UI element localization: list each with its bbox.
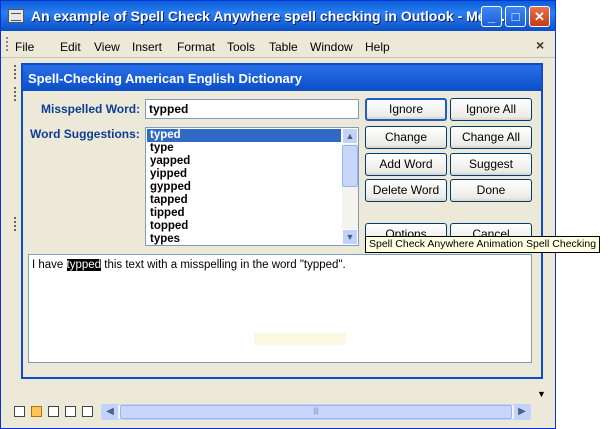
normal-view-icon[interactable] <box>14 406 25 417</box>
list-item[interactable]: tapped <box>147 194 341 207</box>
dialog-title-bar[interactable]: Spell-Checking American English Dictiona… <box>23 65 541 91</box>
scroll-up-icon[interactable]: ▲ <box>342 128 358 144</box>
scroll-down-icon[interactable]: ▼ <box>342 229 358 245</box>
outline-view-icon[interactable] <box>65 406 76 417</box>
minimize-button[interactable]: _ <box>481 6 502 27</box>
scroll-right-icon[interactable]: ▶ <box>514 405 530 419</box>
left-margin <box>1 109 21 389</box>
change-button[interactable]: Change <box>365 126 447 149</box>
reading-view-icon[interactable] <box>82 406 93 417</box>
scroll-down-icon[interactable]: ▼ <box>537 389 546 399</box>
misspelled-highlight: typped <box>66 259 102 271</box>
highlight-strip <box>254 333 346 345</box>
window-title: An example of Spell Check Anywhere spell… <box>31 8 513 24</box>
close-button[interactable]: ✕ <box>529 6 550 27</box>
menu-file[interactable]: File <box>15 40 34 54</box>
maximize-button[interactable]: □ <box>505 6 526 27</box>
list-item[interactable]: types <box>147 233 341 245</box>
context-text: I have typped this text with a misspelli… <box>32 259 346 271</box>
suggestions-list[interactable]: typed type yapped yipped gypped tapped t… <box>145 127 359 246</box>
add-word-button[interactable]: Add Word <box>365 153 447 176</box>
web-layout-view-icon[interactable] <box>31 406 42 417</box>
ignore-button[interactable]: Ignore <box>365 98 447 121</box>
spell-check-dialog: Spell-Checking American English Dictiona… <box>21 63 543 379</box>
list-item[interactable]: type <box>147 142 341 155</box>
word-suggestions-label: Word Suggestions: <box>30 127 140 141</box>
suggest-button[interactable]: Suggest <box>450 153 532 176</box>
scroll-thumb[interactable]: ||| <box>120 405 512 419</box>
horizontal-scrollbar[interactable]: ◀ ||| ▶ <box>101 404 531 420</box>
view-bar: ◀ ||| ▶ <box>1 401 555 423</box>
context-after: this text with a misspelling in the word… <box>101 259 346 271</box>
toolbar-grip-icon[interactable] <box>14 87 18 101</box>
menu-help[interactable]: Help <box>365 40 390 54</box>
delete-word-button[interactable]: Delete Word <box>365 179 447 202</box>
scroll-thumb[interactable] <box>342 145 358 187</box>
toolbar-grip-icon[interactable] <box>14 65 18 79</box>
vertical-scrollbar[interactable] <box>541 61 555 401</box>
print-layout-view-icon[interactable] <box>48 406 59 417</box>
list-item[interactable]: yipped <box>147 168 341 181</box>
misspelled-word-input[interactable] <box>145 99 359 119</box>
menu-edit[interactable]: Edit <box>60 40 81 54</box>
list-item[interactable]: tipped <box>147 207 341 220</box>
outlook-title-bar[interactable]: An example of Spell Check Anywhere spell… <box>1 1 555 31</box>
menu-insert[interactable]: Insert <box>132 40 162 54</box>
menu-view[interactable]: View <box>94 40 120 54</box>
menu-window[interactable]: Window <box>310 40 353 54</box>
list-item[interactable]: topped <box>147 220 341 233</box>
document-close-icon[interactable]: × <box>536 37 544 53</box>
list-item[interactable]: yapped <box>147 155 341 168</box>
tooltip: Spell Check Anywhere Animation Spell Che… <box>365 236 601 253</box>
done-button[interactable]: Done <box>450 179 532 202</box>
list-item[interactable]: gypped <box>147 181 341 194</box>
menu-tools[interactable]: Tools <box>227 40 255 54</box>
menu-format[interactable]: Format <box>177 40 215 54</box>
suggestions-scrollbar[interactable]: ▲ ▼ <box>342 128 358 245</box>
misspelled-word-label: Misspelled Word: <box>41 102 141 116</box>
list-item[interactable]: typed <box>147 129 341 142</box>
menu-table[interactable]: Table <box>269 40 298 54</box>
context-before: I have <box>32 259 67 271</box>
menu-bar: File Edit View Insert Format Tools Table… <box>1 32 555 58</box>
toolbar-grip-icon[interactable] <box>6 37 9 51</box>
scroll-left-icon[interactable]: ◀ <box>102 405 118 419</box>
dialog-title: Spell-Checking American English Dictiona… <box>28 71 303 86</box>
ignore-all-button[interactable]: Ignore All <box>450 98 532 121</box>
context-preview: I have typped this text with a misspelli… <box>28 254 532 363</box>
toolbar-grip-icon[interactable] <box>14 217 18 231</box>
message-icon <box>8 9 24 23</box>
change-all-button[interactable]: Change All <box>450 126 532 149</box>
